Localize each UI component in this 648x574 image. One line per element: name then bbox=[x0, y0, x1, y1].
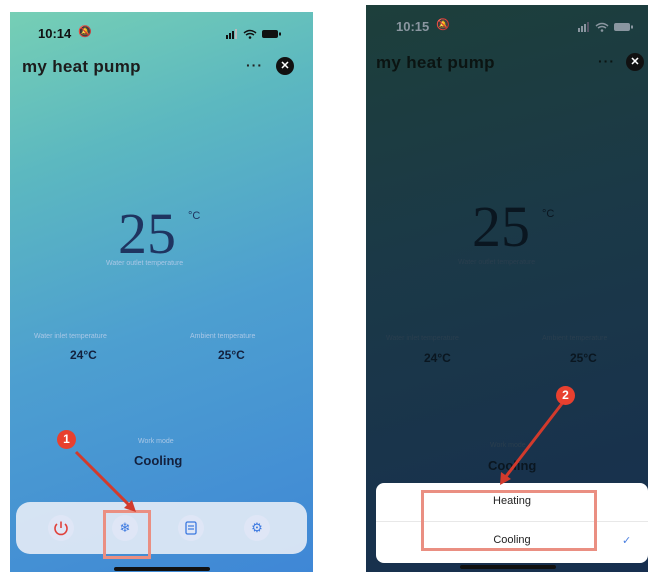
phone-screen-right: 10:15 🔕 my heat pump ··· ✕ 25 °C Water o… bbox=[366, 5, 648, 572]
outlet-temperature-label: Water outlet temperature bbox=[458, 259, 536, 266]
bottom-dock: ❄ ⚙ bbox=[16, 502, 307, 554]
app-title: my heat pump bbox=[22, 57, 141, 76]
bell-mute-icon: 🔕 bbox=[436, 19, 450, 31]
step-badge-2: 2 bbox=[556, 386, 575, 405]
ambient-temperature-label: Ambient temperature bbox=[542, 335, 608, 342]
settings-button[interactable]: ⚙ bbox=[244, 515, 270, 541]
app-title: my heat pump bbox=[376, 53, 495, 72]
outlet-temperature-label: Water outlet temperature bbox=[106, 260, 184, 267]
inlet-temperature-value: 24°C bbox=[70, 348, 97, 362]
ambient-temperature-value: 25°C bbox=[570, 351, 597, 365]
status-icons bbox=[224, 27, 284, 45]
temperature-unit: °C bbox=[542, 208, 555, 220]
records-button[interactable] bbox=[178, 515, 204, 541]
status-time: 10:14 bbox=[38, 26, 72, 41]
callout-arrow-1 bbox=[74, 450, 136, 512]
home-indicator bbox=[114, 567, 210, 571]
check-icon: ✓ bbox=[622, 535, 632, 547]
inlet-temperature-label: Water inlet temperature bbox=[386, 335, 459, 342]
more-options-button[interactable]: ··· bbox=[246, 57, 263, 73]
close-button[interactable]: ✕ bbox=[276, 57, 294, 75]
ambient-temperature-value: 25°C bbox=[218, 348, 245, 362]
signal-wifi-battery-icon bbox=[226, 29, 281, 39]
highlight-box-mode-options bbox=[421, 490, 597, 551]
outlet-temperature-value: 25 bbox=[472, 194, 530, 259]
document-icon bbox=[178, 515, 204, 550]
more-options-button[interactable]: ··· bbox=[598, 53, 615, 69]
status-icons bbox=[576, 20, 636, 38]
bell-mute-icon: 🔕 bbox=[78, 26, 92, 38]
status-time: 10:15 bbox=[396, 19, 430, 34]
ambient-temperature-label: Ambient temperature bbox=[190, 333, 256, 340]
temperature-unit: °C bbox=[188, 210, 201, 222]
inlet-temperature-label: Water inlet temperature bbox=[34, 333, 107, 340]
close-button[interactable]: ✕ bbox=[626, 53, 644, 71]
outlet-temperature-value: 25 bbox=[118, 201, 176, 266]
callout-arrow-2 bbox=[500, 400, 566, 485]
home-indicator bbox=[460, 565, 556, 569]
phone-screen-left: 10:14 🔕 my heat pump ··· ✕ 25 °C Water o… bbox=[10, 12, 313, 572]
inlet-temperature-value: 24°C bbox=[424, 351, 451, 365]
step-badge-1: 1 bbox=[57, 430, 76, 449]
settings-icon: ⚙ bbox=[251, 520, 263, 535]
signal-wifi-battery-icon bbox=[578, 22, 633, 32]
